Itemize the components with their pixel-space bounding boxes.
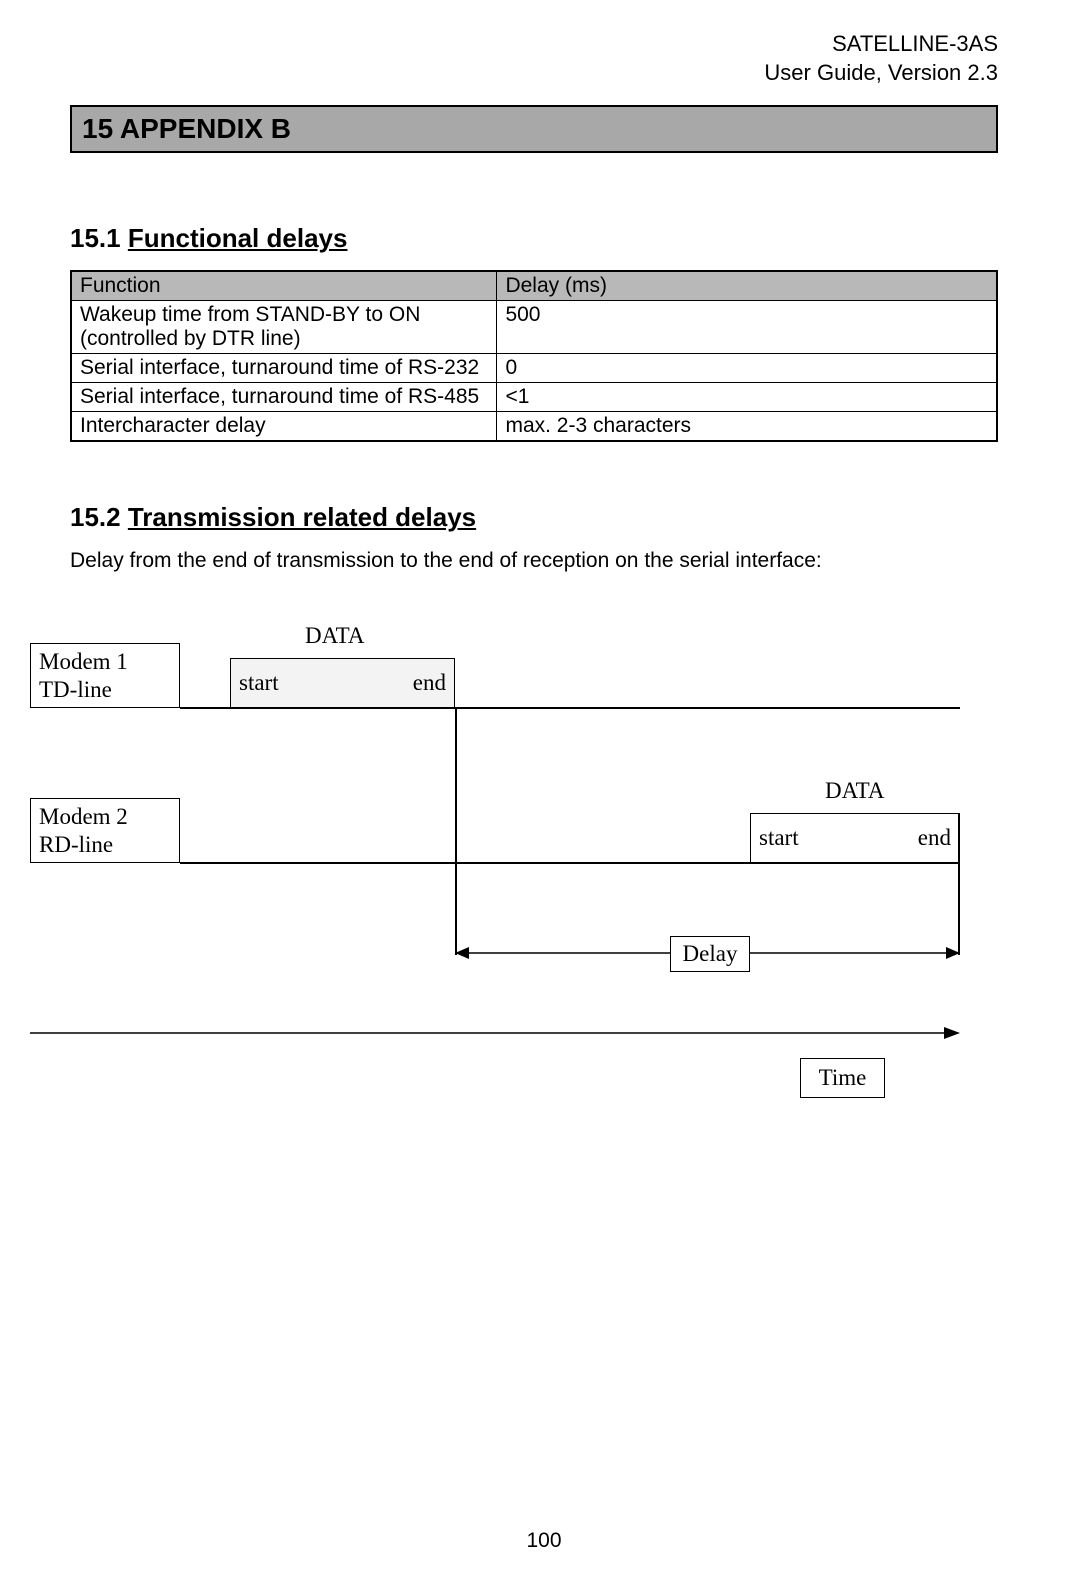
time-label-box: Time — [800, 1058, 885, 1098]
subsection-2-title: Transmission related delays — [128, 502, 476, 532]
cell-function: Intercharacter delay — [71, 412, 497, 442]
th-delay: Delay (ms) — [497, 271, 997, 301]
vline-start — [455, 707, 457, 955]
doc-header: SATELLINE-3AS User Guide, Version 2.3 — [70, 30, 998, 87]
modem1-box: Modem 1 TD-line — [30, 643, 180, 708]
cell-function: Wakeup time from STAND-BY to ON (control… — [71, 301, 497, 354]
end-label-2: end — [918, 825, 951, 851]
th-function: Function — [71, 271, 497, 301]
vline-end — [958, 813, 960, 955]
table-row: Wakeup time from STAND-BY to ON (control… — [71, 301, 997, 354]
modem1-line2: TD-line — [39, 676, 112, 704]
table-header-row: Function Delay (ms) — [71, 271, 997, 301]
time-axis-arrow-icon — [30, 1023, 960, 1043]
functional-delays-table: Function Delay (ms) Wakeup time from STA… — [70, 270, 998, 442]
subsection-1-heading: 15.1 Functional delays — [70, 223, 998, 254]
modem1-line1: Modem 1 — [39, 648, 128, 676]
start-label-1: start — [239, 670, 279, 696]
modem2-line1: Modem 2 — [39, 803, 128, 831]
cell-delay: 0 — [497, 354, 997, 383]
subsection-1-num: 15.1 — [70, 223, 121, 253]
cell-delay: <1 — [497, 383, 997, 412]
end-label-1: end — [413, 670, 446, 696]
modem2-line2: RD-line — [39, 831, 113, 859]
section-title-bar: 15 APPENDIX B — [70, 105, 998, 153]
subsection-1-title: Functional delays — [128, 223, 348, 253]
timing-diagram: Modem 1 TD-line DATA start end Modem 2 R… — [30, 623, 960, 1143]
delay-label-box: Delay — [670, 936, 750, 972]
delay-label: Delay — [683, 941, 738, 967]
data-label-1: DATA — [305, 623, 365, 649]
page-number: 100 — [0, 1529, 1088, 1553]
table-row: Intercharacter delay max. 2-3 characters — [71, 412, 997, 442]
cell-delay: 500 — [497, 301, 997, 354]
cell-function: Serial interface, turnaround time of RS-… — [71, 354, 497, 383]
modem2-box: Modem 2 RD-line — [30, 798, 180, 863]
subsection-2-heading: 15.2 Transmission related delays — [70, 502, 998, 533]
start-label-2: start — [759, 825, 799, 851]
subsection-2-num: 15.2 — [70, 502, 121, 532]
guide-version: User Guide, Version 2.3 — [70, 59, 998, 88]
table-row: Serial interface, turnaround time of RS-… — [71, 383, 997, 412]
cell-function: Serial interface, turnaround time of RS-… — [71, 383, 497, 412]
product-name: SATELLINE-3AS — [70, 30, 998, 59]
time-label: Time — [819, 1065, 867, 1091]
data-label-2: DATA — [825, 778, 885, 804]
table-row: Serial interface, turnaround time of RS-… — [71, 354, 997, 383]
data-box-1: start end — [230, 658, 455, 708]
subsection-2-desc: Delay from the end of transmission to th… — [70, 549, 998, 573]
cell-delay: max. 2-3 characters — [497, 412, 997, 442]
data-box-2: start end — [750, 813, 960, 863]
